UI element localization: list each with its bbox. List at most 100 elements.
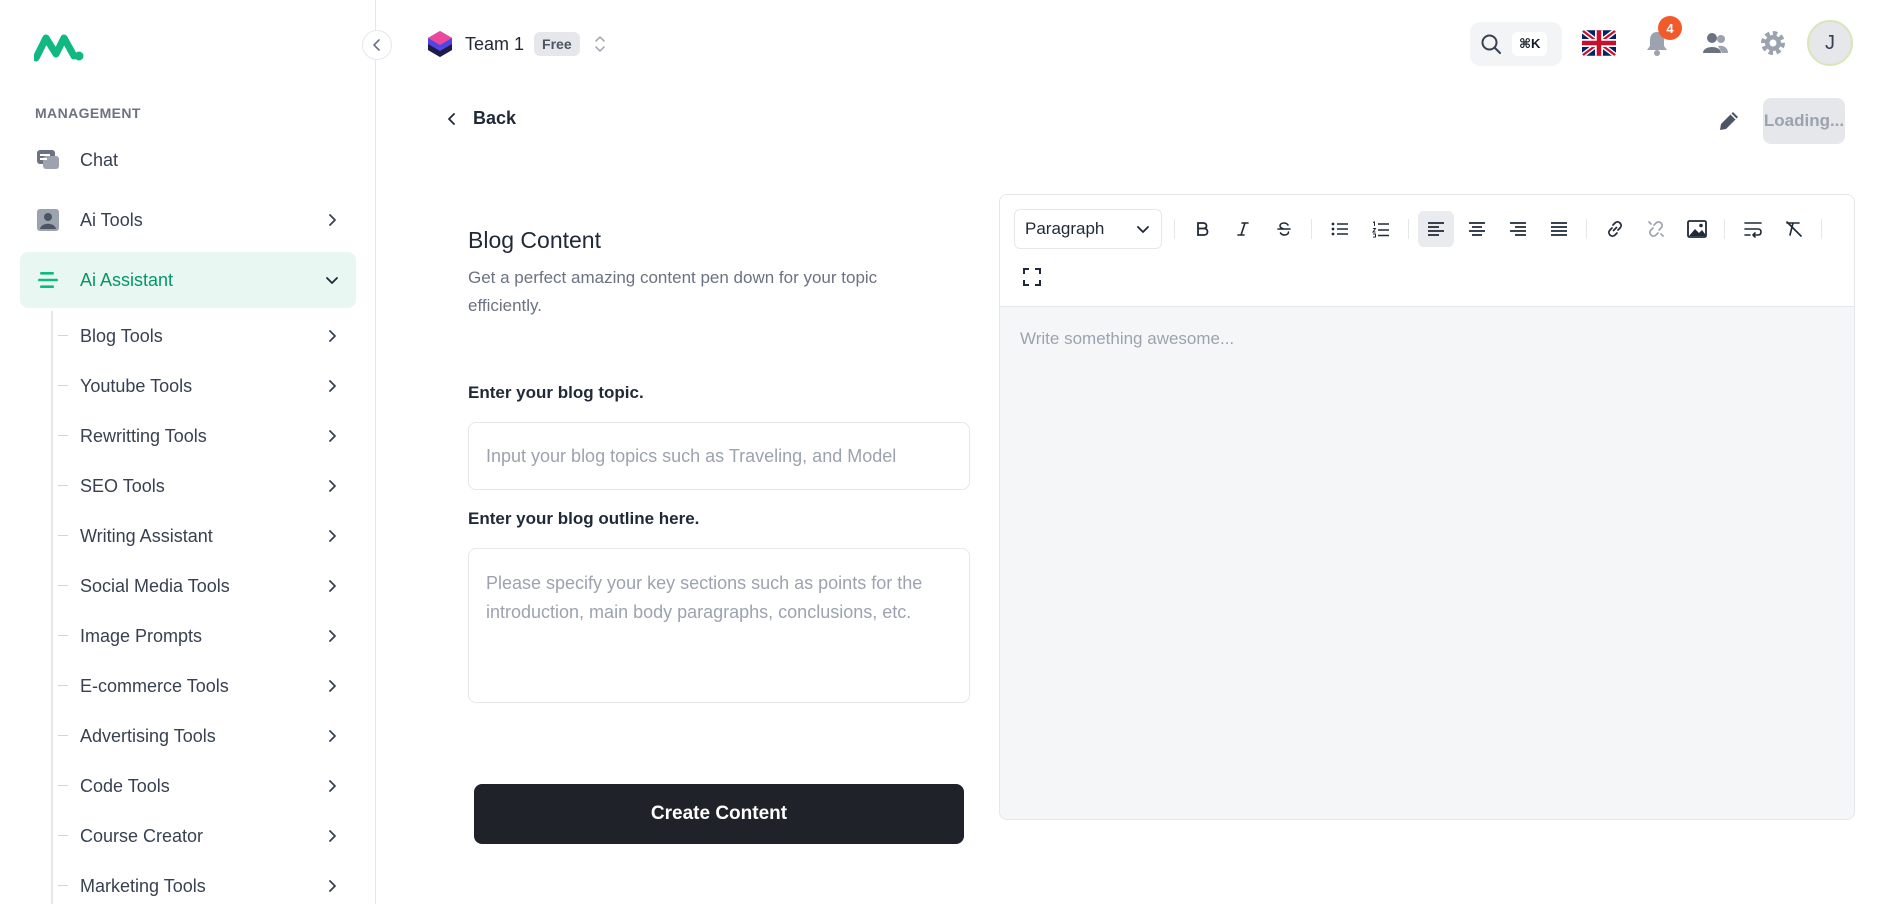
toolbar-divider — [1174, 219, 1175, 239]
text-wrap-icon — [1744, 222, 1762, 238]
back-label: Back — [473, 108, 517, 128]
create-content-button[interactable]: Create Content — [474, 784, 964, 844]
chevron-right-icon — [329, 530, 336, 542]
sidebar-item-label: Course Creator — [80, 825, 204, 846]
bold-icon — [1197, 222, 1209, 236]
align-left-icon — [1428, 222, 1444, 236]
notification-count-badge: 4 — [1658, 16, 1682, 40]
sidebar-item-label: Writing Assistant — [80, 525, 213, 546]
chevron-right-icon — [329, 780, 336, 792]
bold-button[interactable] — [1184, 211, 1220, 247]
chevron-right-icon — [329, 430, 336, 442]
sidebar-item-label: Rewritting Tools — [80, 425, 207, 446]
chevron-left-icon — [373, 39, 380, 51]
sidebar-item-image-prompts[interactable]: Image Prompts — [20, 611, 356, 661]
strikethrough-button[interactable] — [1266, 211, 1302, 247]
insert-link-button[interactable] — [1597, 211, 1633, 247]
fullscreen-button[interactable] — [1014, 259, 1050, 295]
italic-button[interactable] — [1225, 211, 1261, 247]
sidebar-item-label: Ai Assistant — [80, 269, 174, 290]
align-right-button[interactable] — [1500, 211, 1536, 247]
sidebar-item-course-creator[interactable]: Course Creator — [20, 811, 356, 861]
editor-toolbar: Paragraph — [1000, 195, 1854, 307]
sidebar-item-ecommerce-tools[interactable]: E-commerce Tools — [20, 661, 356, 711]
sidebar-item-label: Advertising Tools — [80, 725, 216, 746]
sidebar-item-social-media-tools[interactable]: Social Media Tools — [20, 561, 356, 611]
blog-outline-textarea[interactable] — [468, 548, 970, 703]
loading-button[interactable]: Loading... — [1763, 98, 1845, 144]
team-switcher[interactable]: Team 1 Free — [427, 30, 608, 58]
sidebar-item-blog-tools[interactable]: Blog Tools — [20, 311, 356, 361]
chevron-left-icon — [448, 112, 455, 125]
menu-lines-icon — [34, 266, 62, 294]
plan-badge: Free — [534, 32, 580, 56]
chevron-right-icon — [329, 580, 336, 592]
form-description: Get a perfect amazing content pen down f… — [468, 268, 878, 315]
app-logo[interactable] — [32, 32, 86, 62]
chevron-right-icon — [329, 680, 336, 692]
sidebar-item-writing-assistant[interactable]: Writing Assistant — [20, 511, 356, 561]
align-center-button[interactable] — [1459, 211, 1495, 247]
sidebar-item-code-tools[interactable]: Code Tools — [20, 761, 356, 811]
ordered-list-button[interactable] — [1363, 211, 1399, 247]
align-justify-icon — [1551, 222, 1567, 236]
unlink-button[interactable] — [1638, 211, 1674, 247]
sidebar-main-nav: Chat Ai Tools Ai Assistant — [20, 132, 356, 312]
toolbar-divider — [1821, 219, 1822, 239]
top-header: Team 1 Free ⌘K 4 J — [377, 0, 1894, 86]
chat-icon — [34, 146, 62, 174]
sidebar-item-chat[interactable]: Chat — [20, 132, 356, 188]
sidebar-item-label: Ai Tools — [80, 209, 143, 230]
user-avatar[interactable]: J — [1807, 20, 1853, 66]
sidebar-item-label: E-commerce Tools — [80, 675, 229, 696]
edit-pencil-icon[interactable] — [1715, 107, 1743, 135]
language-uk-flag-icon[interactable] — [1582, 30, 1616, 56]
sidebar-item-ai-assistant[interactable]: Ai Assistant — [20, 252, 356, 308]
sidebar-item-label: Marketing Tools — [80, 875, 206, 896]
sidebar-item-label: Social Media Tools — [80, 575, 230, 596]
italic-icon — [1237, 222, 1249, 236]
sidebar-item-marketing-tools[interactable]: Marketing Tools — [20, 861, 356, 904]
block-type-select[interactable]: Paragraph — [1014, 209, 1162, 249]
sidebar-item-label: Image Prompts — [80, 625, 203, 646]
align-left-button[interactable] — [1418, 211, 1454, 247]
sidebar-item-ai-tools[interactable]: Ai Tools — [20, 192, 356, 248]
bullet-list-button[interactable] — [1322, 211, 1358, 247]
search-button[interactable]: ⌘K — [1470, 22, 1562, 66]
ordered-list-icon — [1372, 221, 1389, 238]
toolbar-divider — [1311, 219, 1312, 239]
block-type-value: Paragraph — [1025, 219, 1105, 238]
align-right-icon — [1510, 222, 1526, 236]
search-shortcut: ⌘K — [1512, 32, 1548, 56]
topic-label: Enter your blog topic. — [468, 383, 644, 402]
back-button[interactable]: Back — [445, 108, 516, 129]
chevron-right-icon — [329, 880, 336, 892]
sidebar-item-label: Youtube Tools — [80, 375, 193, 396]
sidebar-item-rewritting-tools[interactable]: Rewritting Tools — [20, 411, 356, 461]
sidebar: MANAGEMENT Chat Ai Tools Ai Assistant Bl… — [0, 0, 376, 904]
blog-topic-input[interactable] — [468, 422, 970, 490]
bullet-list-icon — [1331, 222, 1348, 236]
search-icon — [1481, 34, 1501, 54]
sidebar-item-label: Blog Tools — [80, 325, 163, 346]
user-card-icon — [34, 206, 62, 234]
chevron-down-icon — [326, 277, 338, 284]
clear-formatting-icon — [1786, 221, 1802, 237]
sidebar-item-advertising-tools[interactable]: Advertising Tools — [20, 711, 356, 761]
settings-gear-icon[interactable] — [1758, 28, 1788, 58]
image-icon — [1687, 220, 1707, 238]
chevron-right-icon — [329, 380, 336, 392]
clear-formatting-button[interactable] — [1776, 211, 1812, 247]
section-label-management: MANAGEMENT — [35, 105, 141, 121]
insert-image-button[interactable] — [1679, 211, 1715, 247]
chevron-right-icon — [329, 330, 336, 342]
sidebar-item-seo-tools[interactable]: SEO Tools — [20, 461, 356, 511]
editor-placeholder[interactable]: Write something awesome... — [1020, 329, 1234, 349]
align-justify-button[interactable] — [1541, 211, 1577, 247]
chevron-right-icon — [329, 214, 336, 226]
chevron-right-icon — [329, 730, 336, 742]
sidebar-collapse-button[interactable] — [362, 30, 392, 60]
users-icon[interactable] — [1700, 28, 1730, 58]
sidebar-item-youtube-tools[interactable]: Youtube Tools — [20, 361, 356, 411]
text-wrap-button[interactable] — [1735, 211, 1771, 247]
